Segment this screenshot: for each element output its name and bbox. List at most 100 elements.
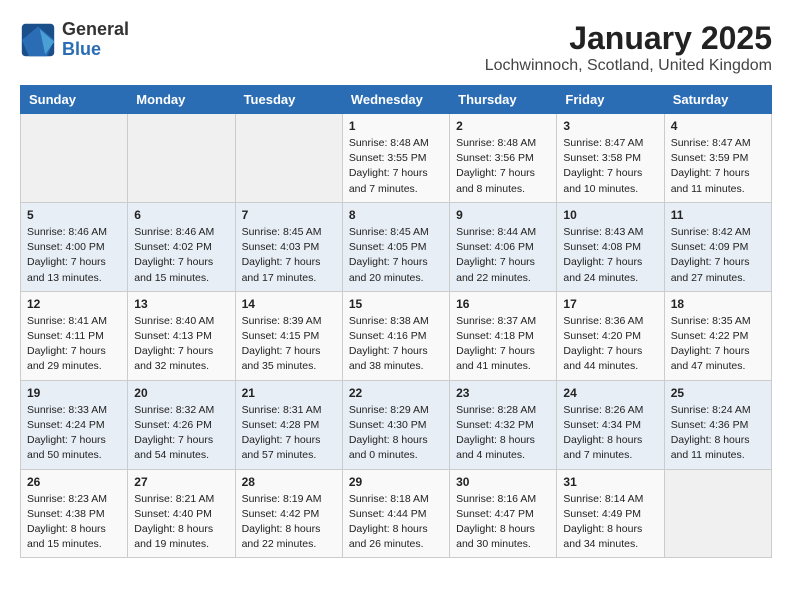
calendar-cell: 26 Sunrise: 8:23 AMSunset: 4:38 PMDayligh… [21,469,128,558]
calendar-cell: 10 Sunrise: 8:43 AMSunset: 4:08 PMDayligh… [557,202,664,291]
location: Lochwinnoch, Scotland, United Kingdom [485,57,772,75]
calendar-cell: 31 Sunrise: 8:14 AMSunset: 4:49 PMDayligh… [557,469,664,558]
cell-content: Sunrise: 8:46 AMSunset: 4:02 PMDaylight:… [134,225,228,286]
day-number: 11 [671,208,765,222]
cell-content: Sunrise: 8:18 AMSunset: 4:44 PMDaylight:… [349,492,443,553]
calendar-cell [128,114,235,203]
day-number: 7 [242,208,336,222]
day-number: 16 [456,297,550,311]
calendar-cell: 25 Sunrise: 8:24 AMSunset: 4:36 PMDayligh… [664,380,771,469]
cell-content: Sunrise: 8:40 AMSunset: 4:13 PMDaylight:… [134,314,228,375]
cell-content: Sunrise: 8:23 AMSunset: 4:38 PMDaylight:… [27,492,121,553]
calendar-cell: 7 Sunrise: 8:45 AMSunset: 4:03 PMDaylight… [235,202,342,291]
day-number: 17 [563,297,657,311]
day-number: 15 [349,297,443,311]
calendar-cell: 15 Sunrise: 8:38 AMSunset: 4:16 PMDayligh… [342,291,449,380]
calendar-cell: 13Sunrise: 8:40 AMSunset: 4:13 PMDayligh… [128,291,235,380]
cell-content: Sunrise: 8:32 AMSunset: 4:26 PMDaylight:… [134,403,228,464]
cell-content: Sunrise: 8:45 AMSunset: 4:05 PMDaylight:… [349,225,443,286]
calendar-cell: 2Sunrise: 8:48 AMSunset: 3:56 PMDaylight… [450,114,557,203]
calendar-cell [21,114,128,203]
calendar-cell: 19 Sunrise: 8:33 AMSunset: 4:24 PMDayligh… [21,380,128,469]
day-number: 14 [242,297,336,311]
day-number: 10 [563,208,657,222]
calendar-week-4: 26 Sunrise: 8:23 AMSunset: 4:38 PMDayligh… [21,469,772,558]
calendar-cell: 8 Sunrise: 8:45 AMSunset: 4:05 PMDaylight… [342,202,449,291]
cell-content: Sunrise: 8:19 AMSunset: 4:42 PMDaylight:… [242,492,336,553]
day-number: 22 [349,386,443,400]
month-year: January 2025 [485,20,772,57]
calendar-cell: 16 Sunrise: 8:37 AMSunset: 4:18 PMDayligh… [450,291,557,380]
calendar-cell: 3 Sunrise: 8:47 AMSunset: 3:58 PMDaylight… [557,114,664,203]
cell-content: Sunrise: 8:46 AMSunset: 4:00 PMDaylight:… [27,225,121,286]
cell-content: Sunrise: 8:16 AMSunset: 4:47 PMDaylight:… [456,492,550,553]
logo-icon [20,22,56,58]
day-number: 31 [563,475,657,489]
calendar-cell: 30 Sunrise: 8:16 AMSunset: 4:47 PMDayligh… [450,469,557,558]
logo-blue: Blue [62,39,101,59]
calendar-cell: 9 Sunrise: 8:44 AMSunset: 4:06 PMDaylight… [450,202,557,291]
day-number: 23 [456,386,550,400]
col-header-monday: Monday [128,86,235,114]
day-number: 26 [27,475,121,489]
day-number: 9 [456,208,550,222]
day-number: 2 [456,119,550,133]
calendar-table: SundayMondayTuesdayWednesdayThursdayFrid… [20,85,772,558]
cell-content: Sunrise: 8:31 AMSunset: 4:28 PMDaylight:… [242,403,336,464]
day-number: 21 [242,386,336,400]
col-header-wednesday: Wednesday [342,86,449,114]
day-number: 5 [27,208,121,222]
logo: General Blue [20,20,129,60]
cell-content: Sunrise: 8:14 AMSunset: 4:49 PMDaylight:… [563,492,657,553]
col-header-thursday: Thursday [450,86,557,114]
day-number: 3 [563,119,657,133]
calendar-cell: 22 Sunrise: 8:29 AMSunset: 4:30 PMDayligh… [342,380,449,469]
cell-content: Sunrise: 8:36 AMSunset: 4:20 PMDaylight:… [563,314,657,375]
calendar-week-3: 19 Sunrise: 8:33 AMSunset: 4:24 PMDayligh… [21,380,772,469]
col-header-saturday: Saturday [664,86,771,114]
cell-content: Sunrise: 8:38 AMSunset: 4:16 PMDaylight:… [349,314,443,375]
cell-content: Sunrise: 8:28 AMSunset: 4:32 PMDaylight:… [456,403,550,464]
calendar-cell [235,114,342,203]
cell-content: Sunrise: 8:47 AMSunset: 3:58 PMDaylight:… [563,136,657,197]
day-number: 18 [671,297,765,311]
logo-general: General [62,19,129,39]
cell-content: Sunrise: 8:48 AMSunset: 3:55 PMDaylight:… [349,136,443,197]
day-number: 30 [456,475,550,489]
col-header-tuesday: Tuesday [235,86,342,114]
calendar-cell [664,469,771,558]
cell-content: Sunrise: 8:37 AMSunset: 4:18 PMDaylight:… [456,314,550,375]
cell-content: Sunrise: 8:33 AMSunset: 4:24 PMDaylight:… [27,403,121,464]
cell-content: Sunrise: 8:43 AMSunset: 4:08 PMDaylight:… [563,225,657,286]
col-header-sunday: Sunday [21,86,128,114]
day-number: 25 [671,386,765,400]
title-block: January 2025 Lochwinnoch, Scotland, Unit… [485,20,772,75]
cell-content: Sunrise: 8:45 AMSunset: 4:03 PMDaylight:… [242,225,336,286]
calendar-cell: 18Sunrise: 8:35 AMSunset: 4:22 PMDayligh… [664,291,771,380]
calendar-cell: 6 Sunrise: 8:46 AMSunset: 4:02 PMDaylight… [128,202,235,291]
day-number: 27 [134,475,228,489]
cell-content: Sunrise: 8:44 AMSunset: 4:06 PMDaylight:… [456,225,550,286]
cell-content: Sunrise: 8:29 AMSunset: 4:30 PMDaylight:… [349,403,443,464]
day-number: 20 [134,386,228,400]
day-number: 12 [27,297,121,311]
day-number: 19 [27,386,121,400]
day-number: 6 [134,208,228,222]
day-number: 8 [349,208,443,222]
calendar-cell: 23 Sunrise: 8:28 AMSunset: 4:32 PMDayligh… [450,380,557,469]
cell-content: Sunrise: 8:24 AMSunset: 4:36 PMDaylight:… [671,403,765,464]
day-number: 28 [242,475,336,489]
cell-content: Sunrise: 8:42 AMSunset: 4:09 PMDaylight:… [671,225,765,286]
calendar-week-0: 1Sunrise: 8:48 AMSunset: 3:55 PMDaylight… [21,114,772,203]
col-header-friday: Friday [557,86,664,114]
day-number: 29 [349,475,443,489]
day-number: 24 [563,386,657,400]
calendar-week-2: 12Sunrise: 8:41 AMSunset: 4:11 PMDayligh… [21,291,772,380]
calendar-cell: 27Sunrise: 8:21 AMSunset: 4:40 PMDayligh… [128,469,235,558]
cell-content: Sunrise: 8:47 AMSunset: 3:59 PMDaylight:… [671,136,765,197]
calendar-cell: 17 Sunrise: 8:36 AMSunset: 4:20 PMDayligh… [557,291,664,380]
calendar-week-1: 5 Sunrise: 8:46 AMSunset: 4:00 PMDaylight… [21,202,772,291]
calendar-cell: 4Sunrise: 8:47 AMSunset: 3:59 PMDaylight… [664,114,771,203]
calendar-cell: 20 Sunrise: 8:32 AMSunset: 4:26 PMDayligh… [128,380,235,469]
calendar-cell: 14Sunrise: 8:39 AMSunset: 4:15 PMDayligh… [235,291,342,380]
